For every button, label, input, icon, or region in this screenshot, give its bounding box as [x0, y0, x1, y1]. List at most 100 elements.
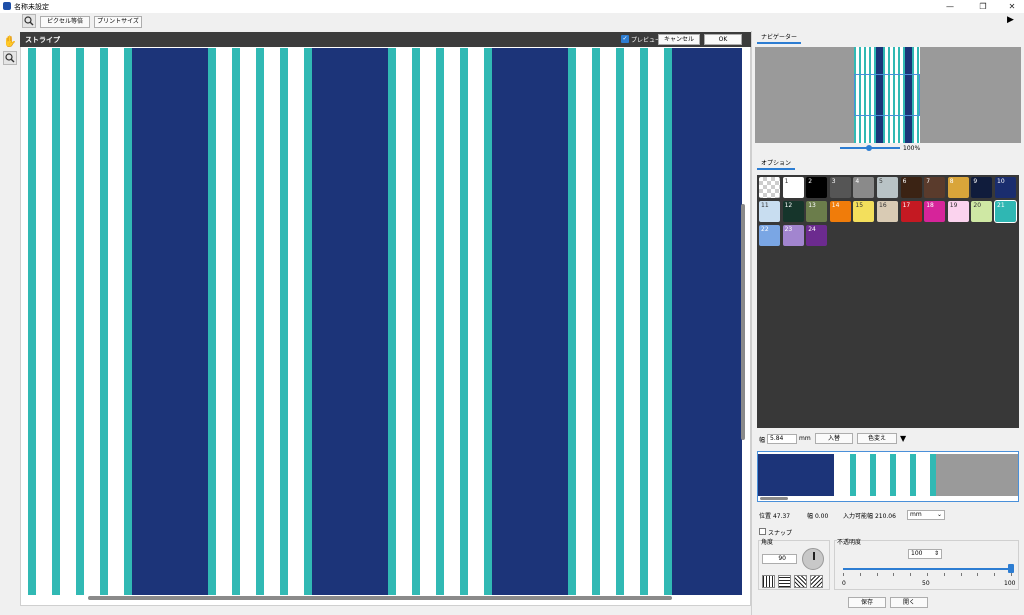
- pixel-scale-button[interactable]: ピクセル等倍: [40, 16, 90, 28]
- color-swatch[interactable]: 17: [900, 201, 922, 222]
- color-swatch[interactable]: 9: [971, 177, 993, 198]
- color-swatch[interactable]: 14: [829, 201, 851, 222]
- vertical-pattern-icon[interactable]: [762, 575, 775, 588]
- canvas-title: ストライプ: [25, 36, 60, 44]
- vertical-scrollbar[interactable]: [741, 204, 745, 440]
- color-swatch[interactable]: 13: [806, 201, 828, 222]
- opacity-tick: [927, 573, 928, 576]
- opacity-min-label: 0: [842, 580, 846, 587]
- color-change-button[interactable]: 色変え: [857, 433, 897, 444]
- editor-stripe: [834, 454, 850, 496]
- stripe-teal: [640, 48, 648, 595]
- color-swatch[interactable]: 11: [759, 201, 780, 222]
- title-bar: 名称未設定 — ❐ ✕: [0, 0, 1024, 13]
- zoom-value: 100%: [903, 145, 921, 152]
- color-swatch[interactable]: 7: [924, 177, 946, 198]
- canvas-header: ストライプ ✓ プレビュー キャンセル OK: [20, 32, 751, 47]
- color-swatch[interactable]: 2: [806, 177, 828, 198]
- ok-button[interactable]: OK: [704, 34, 742, 45]
- tab-options[interactable]: オプション: [757, 159, 796, 170]
- color-swatch[interactable]: 10: [995, 177, 1016, 198]
- horizontal-scrollbar[interactable]: [88, 596, 672, 600]
- color-swatch[interactable]: 21: [994, 200, 1017, 223]
- diagonal-left-pattern-icon[interactable]: [810, 575, 823, 588]
- preview-label: プレビュー: [631, 37, 662, 44]
- save-button[interactable]: 保存: [848, 597, 886, 608]
- color-swatch[interactable]: 8: [947, 177, 969, 198]
- dropdown-arrow-icon[interactable]: ▼: [900, 434, 906, 443]
- color-swatch[interactable]: 16: [877, 201, 898, 222]
- color-swatch[interactable]: 3: [829, 177, 851, 198]
- stripe-teal: [568, 48, 576, 595]
- opacity-slider-thumb[interactable]: [1008, 564, 1014, 573]
- stripe-teal: [304, 48, 312, 595]
- zoom-slider-thumb[interactable]: [866, 145, 872, 151]
- navigator-viewport[interactable]: [854, 74, 920, 116]
- editor-scrollbar[interactable]: [760, 497, 788, 500]
- angle-input[interactable]: 90: [762, 554, 797, 564]
- stripe-teal: [256, 48, 264, 595]
- stripe-teal: [616, 48, 624, 595]
- color-swatch[interactable]: 24: [806, 225, 828, 246]
- opacity-tick: [843, 573, 844, 576]
- expand-arrow-icon[interactable]: ▶: [1007, 15, 1014, 25]
- stripe-editor[interactable]: [757, 451, 1019, 502]
- minimize-button[interactable]: —: [935, 0, 965, 13]
- open-button[interactable]: 開く: [890, 597, 928, 608]
- editor-stripe: [896, 454, 910, 496]
- editor-stripe: [936, 454, 1018, 496]
- navigator-preview[interactable]: [755, 47, 1021, 143]
- stripe-teal: [28, 48, 36, 595]
- color-swatch[interactable]: 19: [947, 201, 969, 222]
- zoom-tool-icon[interactable]: [3, 51, 17, 65]
- angle-dial[interactable]: [802, 548, 824, 570]
- color-swatch[interactable]: 23: [782, 225, 804, 246]
- cancel-button[interactable]: キャンセル: [658, 34, 700, 45]
- editor-stripe: [856, 454, 870, 496]
- color-swatch[interactable]: 6: [900, 177, 922, 198]
- opacity-input[interactable]: 100 ⇕: [908, 549, 942, 559]
- zoom-icon[interactable]: [22, 14, 36, 28]
- opacity-tick: [1011, 573, 1012, 576]
- color-swatch[interactable]: 12: [782, 201, 804, 222]
- opacity-slider[interactable]: [843, 568, 1011, 570]
- opacity-label: 不透明度: [837, 537, 862, 546]
- stripe-teal: [208, 48, 216, 595]
- tab-navigator[interactable]: ナビゲーター: [757, 33, 802, 44]
- stripe-width-readout: 幅 0.00: [807, 513, 829, 520]
- snap-checkbox[interactable]: [759, 528, 766, 535]
- color-swatch[interactable]: 1: [782, 177, 804, 198]
- unit-select[interactable]: mm ⌄: [907, 510, 945, 520]
- color-swatch[interactable]: 18: [924, 201, 946, 222]
- close-button[interactable]: ✕: [997, 0, 1024, 13]
- width-input[interactable]: 5.84: [767, 434, 797, 444]
- preview-checkbox[interactable]: ✓: [621, 35, 629, 43]
- color-swatch[interactable]: 15: [853, 201, 875, 222]
- print-size-button[interactable]: プリントサイズ: [94, 16, 142, 28]
- insert-button[interactable]: 入替: [815, 433, 853, 444]
- stripe-navy: [132, 48, 208, 595]
- stripe-teal: [124, 48, 132, 595]
- stripe-teal: [232, 48, 240, 595]
- stripe-white: [84, 48, 100, 595]
- stripe-teal: [592, 48, 600, 595]
- opacity-tick: [859, 573, 861, 576]
- hand-tool-icon[interactable]: ✋: [3, 35, 17, 49]
- maximize-button[interactable]: ❐: [968, 0, 998, 13]
- opacity-tick: [893, 573, 895, 576]
- color-swatch[interactable]: 4: [853, 177, 875, 198]
- width-label: 幅: [759, 437, 766, 444]
- color-swatch[interactable]: [759, 177, 780, 198]
- stripe-preview[interactable]: [28, 48, 742, 595]
- stripe-white: [420, 48, 436, 595]
- color-swatch[interactable]: 20: [971, 201, 993, 222]
- color-swatch[interactable]: 5: [877, 177, 898, 198]
- color-swatch[interactable]: 22: [759, 225, 780, 246]
- horizontal-pattern-icon[interactable]: [778, 575, 791, 588]
- diagonal-right-pattern-icon[interactable]: [794, 575, 807, 588]
- opacity-tick: [977, 573, 979, 576]
- opacity-tick: [876, 573, 878, 576]
- stripe-teal: [100, 48, 108, 595]
- stripe-teal: [52, 48, 60, 595]
- navigator-thumbnail[interactable]: [854, 47, 920, 143]
